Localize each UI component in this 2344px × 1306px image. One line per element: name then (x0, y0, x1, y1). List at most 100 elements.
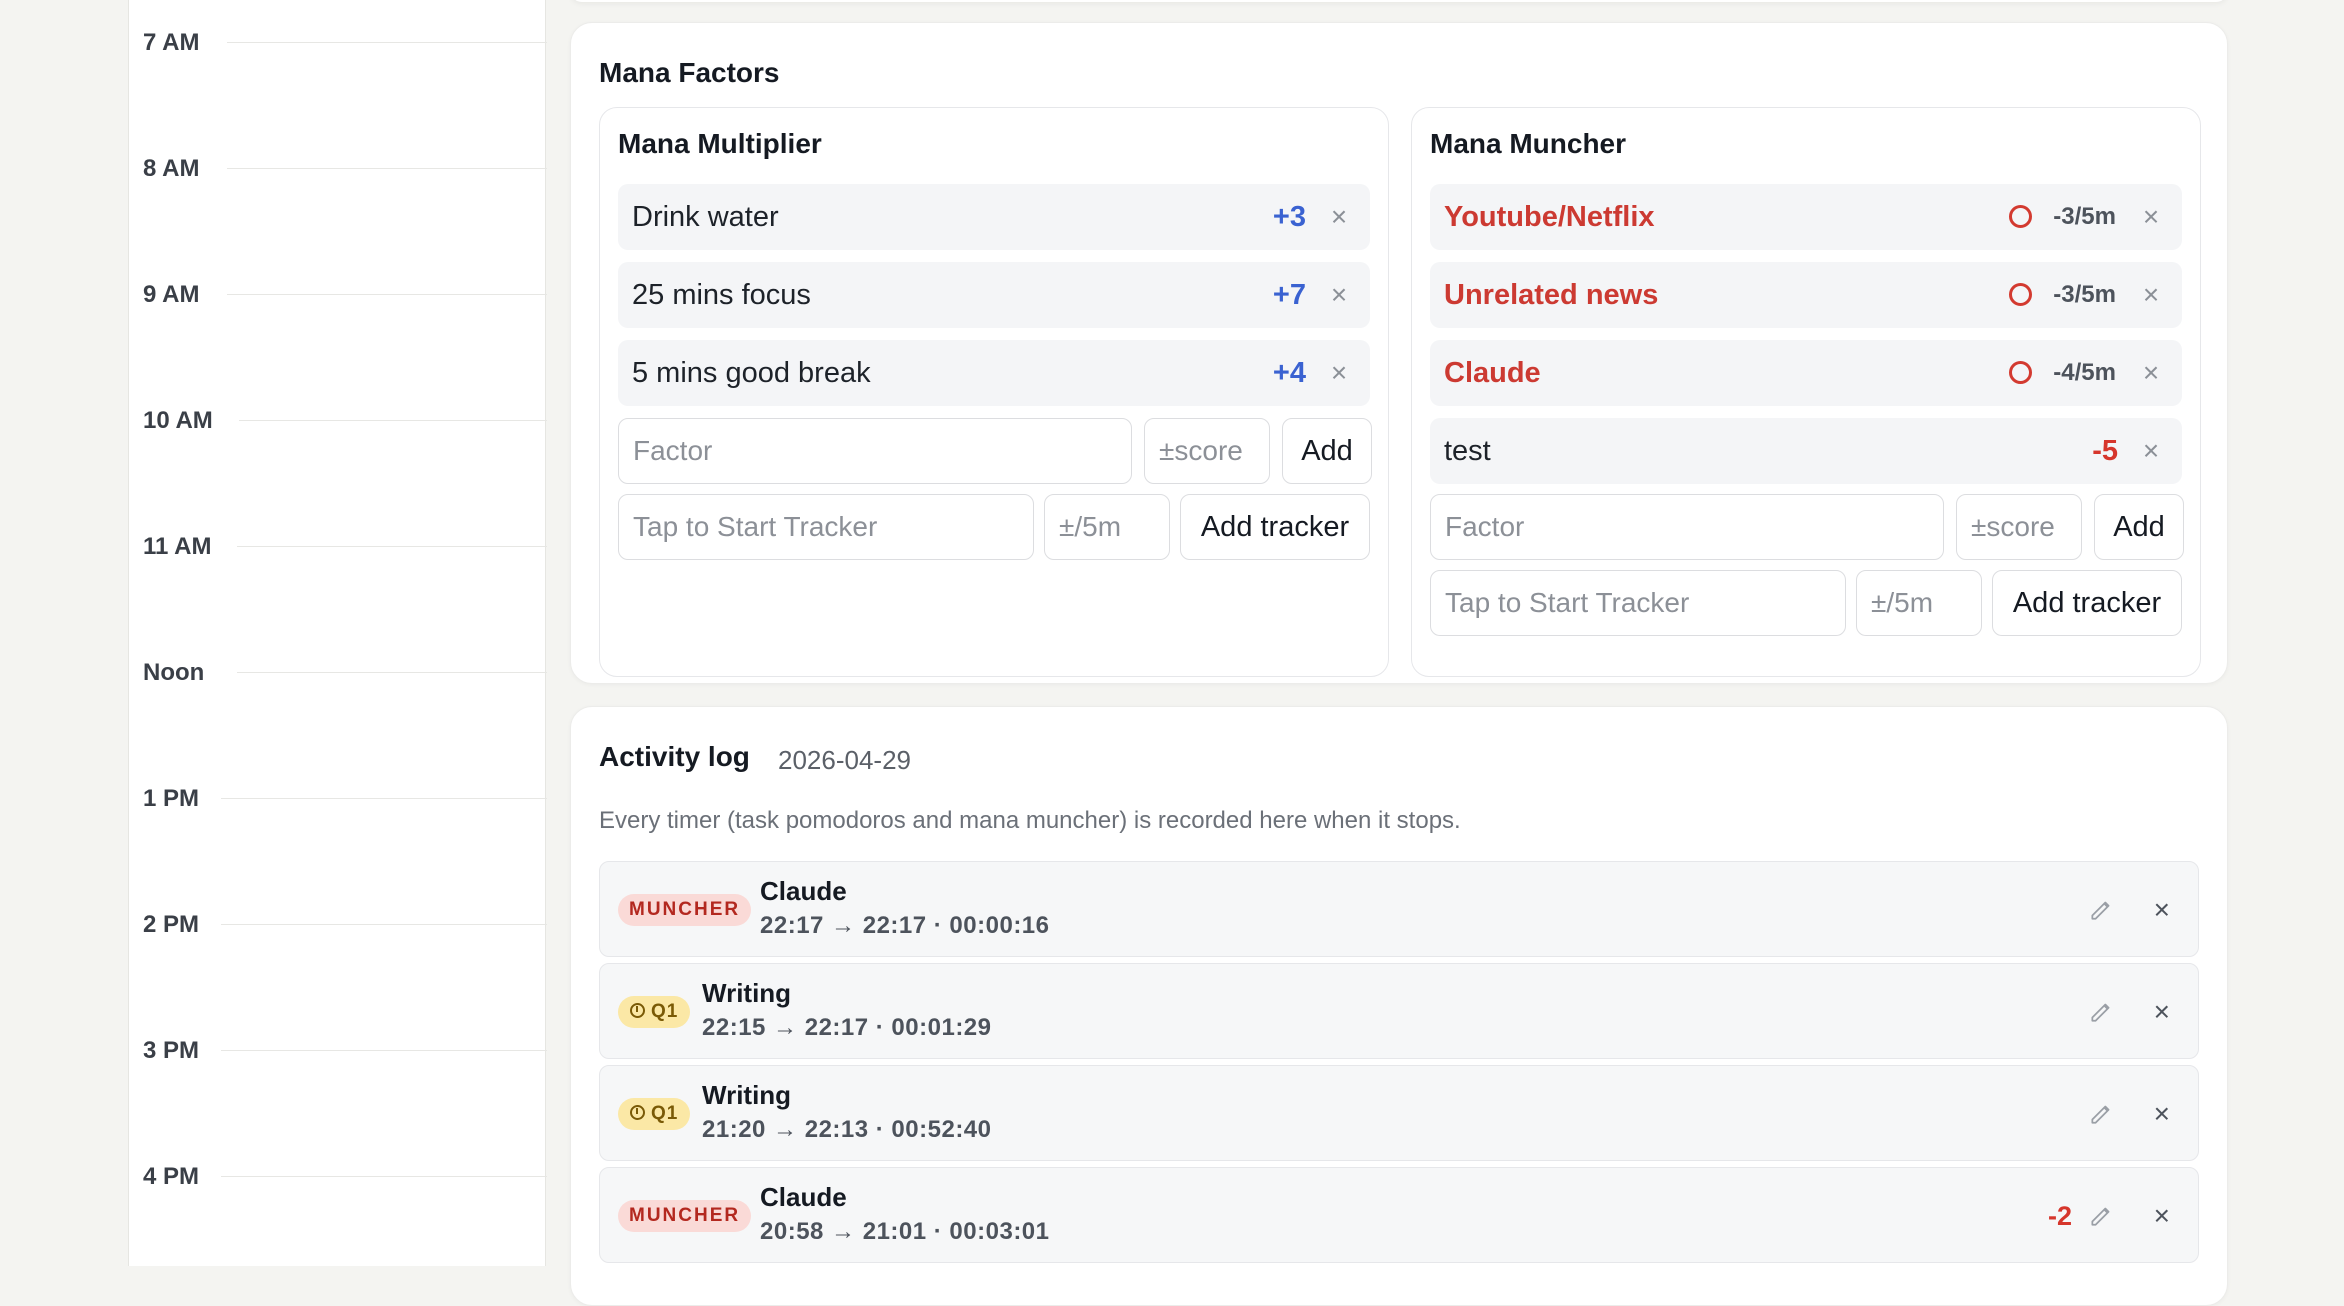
score-input[interactable] (1144, 418, 1270, 484)
add-tracker-button[interactable]: Add tracker (1992, 570, 2182, 636)
hour-label: 8 AM (143, 155, 200, 182)
remove-entry-button[interactable]: × (2154, 1066, 2170, 1162)
hour-line (239, 420, 547, 421)
multiplier-item[interactable]: 25 mins focus +7 × (618, 262, 1370, 328)
multiplier-item[interactable]: Drink water +3 × (618, 184, 1370, 250)
muncher-tracker-item[interactable]: Claude -4/5m × (1430, 340, 2182, 406)
rate-input[interactable] (1856, 570, 1982, 636)
log-entry-name: Writing (702, 1080, 792, 1110)
factor-input[interactable] (1430, 494, 1944, 560)
log-entry-time: 21:20 → 22:13 · 00:52:40 (702, 1116, 992, 1143)
hour-line (221, 798, 547, 799)
hour-line (227, 294, 547, 295)
remove-factor-button[interactable]: × (1324, 262, 1354, 328)
hour-label: 4 PM (143, 1163, 200, 1190)
remove-factor-button[interactable]: × (1324, 184, 1354, 250)
hour-row: Noon (129, 658, 547, 688)
pencil-icon[interactable] (2088, 998, 2114, 1024)
hour-row: 9 AM (129, 280, 547, 310)
remove-factor-button[interactable]: × (2136, 262, 2166, 328)
hour-label: 9 AM (143, 281, 200, 308)
remove-factor-button[interactable]: × (2136, 418, 2166, 484)
circle-tracker-icon[interactable] (2009, 283, 2032, 306)
muncher-item[interactable]: test -5 × (1430, 418, 2182, 484)
factor-name: 25 mins focus (632, 279, 811, 311)
circle-tracker-icon[interactable] (2009, 205, 2032, 228)
hour-row: 11 AM (129, 532, 547, 562)
hour-label: 7 AM (143, 29, 200, 56)
badge-label: Q1 (651, 1001, 679, 1022)
add-factor-button[interactable]: Add (1282, 418, 1372, 484)
muncher-tracker-item[interactable]: Youtube/Netflix -3/5m × (1430, 184, 2182, 250)
factor-input[interactable] (618, 418, 1132, 484)
remove-entry-button[interactable]: × (2154, 964, 2170, 1060)
activity-log-date: 2026-04-29 (778, 745, 911, 775)
remove-factor-button[interactable]: × (2136, 340, 2166, 406)
hour-line (237, 546, 547, 547)
q1-badge: Q1 (618, 1098, 691, 1130)
hour-label: 1 PM (143, 785, 200, 812)
log-entry-time: 22:15 → 22:17 · 00:01:29 (702, 1014, 992, 1041)
log-entry[interactable]: MUNCHER Claude 20:58 → 21:01 · 00:03:01 … (599, 1167, 2199, 1263)
remove-factor-button[interactable]: × (2136, 184, 2166, 250)
q1-badge: Q1 (618, 996, 691, 1028)
factor-name: Drink water (632, 201, 779, 233)
factor-name: test (1444, 435, 1491, 467)
add-tracker-button[interactable]: Add tracker (1180, 494, 1370, 560)
circle-tracker-icon[interactable] (2009, 361, 2032, 384)
rate-input[interactable] (1044, 494, 1170, 560)
hour-line (221, 1050, 547, 1051)
log-entry[interactable]: Q1 Writing 21:20 → 22:13 · 00:52:40 × (599, 1065, 2199, 1161)
mana-multiplier-panel: Mana Multiplier Drink water +3 × 25 mins… (599, 107, 1389, 677)
log-entry-name: Claude (760, 876, 847, 906)
log-entry-name: Writing (702, 978, 792, 1008)
left-margin (0, 0, 128, 1266)
previous-card-edge (570, 0, 2228, 2)
log-entry[interactable]: MUNCHER Claude 22:17 → 22:17 · 00:00:16 … (599, 861, 2199, 957)
log-entry-time: 22:17 → 22:17 · 00:00:16 (760, 912, 1050, 939)
remove-factor-button[interactable]: × (1324, 340, 1354, 406)
log-entry-time: 20:58 → 21:01 · 00:03:01 (760, 1218, 1050, 1245)
hour-line (221, 924, 547, 925)
multiplier-item[interactable]: 5 mins good break +4 × (618, 340, 1370, 406)
hour-row: 3 PM (129, 1036, 547, 1066)
pencil-icon[interactable] (2088, 1202, 2114, 1228)
mana-multiplier-title: Mana Multiplier (618, 128, 822, 159)
tracker-rate: -3/5m (2053, 281, 2116, 308)
badge-label: Q1 (651, 1103, 679, 1124)
tracker-input[interactable] (1430, 570, 1846, 636)
pencil-icon[interactable] (2088, 896, 2114, 922)
hour-label: 2 PM (143, 911, 200, 938)
hour-line (221, 1176, 547, 1177)
factor-name: Youtube/Netflix (1444, 201, 1655, 233)
mana-factors-title: Mana Factors (599, 57, 780, 88)
hour-label: 11 AM (143, 533, 212, 560)
hour-label: Noon (143, 659, 205, 686)
log-entry[interactable]: Q1 Writing 22:15 → 22:17 · 00:01:29 × (599, 963, 2199, 1059)
hour-label: 3 PM (143, 1037, 200, 1064)
log-entry-name: Claude (760, 1182, 847, 1212)
hour-row: 7 AM (129, 28, 547, 58)
mana-muncher-title: Mana Muncher (1430, 128, 1627, 159)
remove-entry-button[interactable]: × (2154, 1168, 2170, 1264)
score-input[interactable] (1956, 494, 2082, 560)
remove-entry-button[interactable]: × (2154, 862, 2170, 958)
mana-factors-card: Mana Factors Mana Multiplier Drink water… (570, 22, 2228, 684)
pencil-icon[interactable] (2088, 1100, 2114, 1126)
mana-muncher-panel: Mana Muncher Youtube/Netflix -3/5m × Unr… (1411, 107, 2201, 677)
timer-icon (630, 1003, 645, 1018)
muncher-badge: MUNCHER (618, 1200, 752, 1232)
hour-line (237, 672, 547, 673)
add-factor-button[interactable]: Add (2094, 494, 2184, 560)
factor-name: Unrelated news (1444, 279, 1659, 311)
hour-line (227, 42, 547, 43)
tracker-rate: -4/5m (2053, 359, 2116, 386)
muncher-tracker-item[interactable]: Unrelated news -3/5m × (1430, 262, 2182, 328)
factor-value: +3 (1272, 201, 1306, 233)
factor-name: 5 mins good break (632, 357, 871, 389)
hour-row: 1 PM (129, 784, 547, 814)
tracker-input[interactable] (618, 494, 1034, 560)
activity-log-title: Activity log (599, 741, 750, 772)
hour-row: 2 PM (129, 910, 547, 940)
activity-log-subtitle: Every timer (task pomodoros and mana mun… (599, 807, 1461, 834)
